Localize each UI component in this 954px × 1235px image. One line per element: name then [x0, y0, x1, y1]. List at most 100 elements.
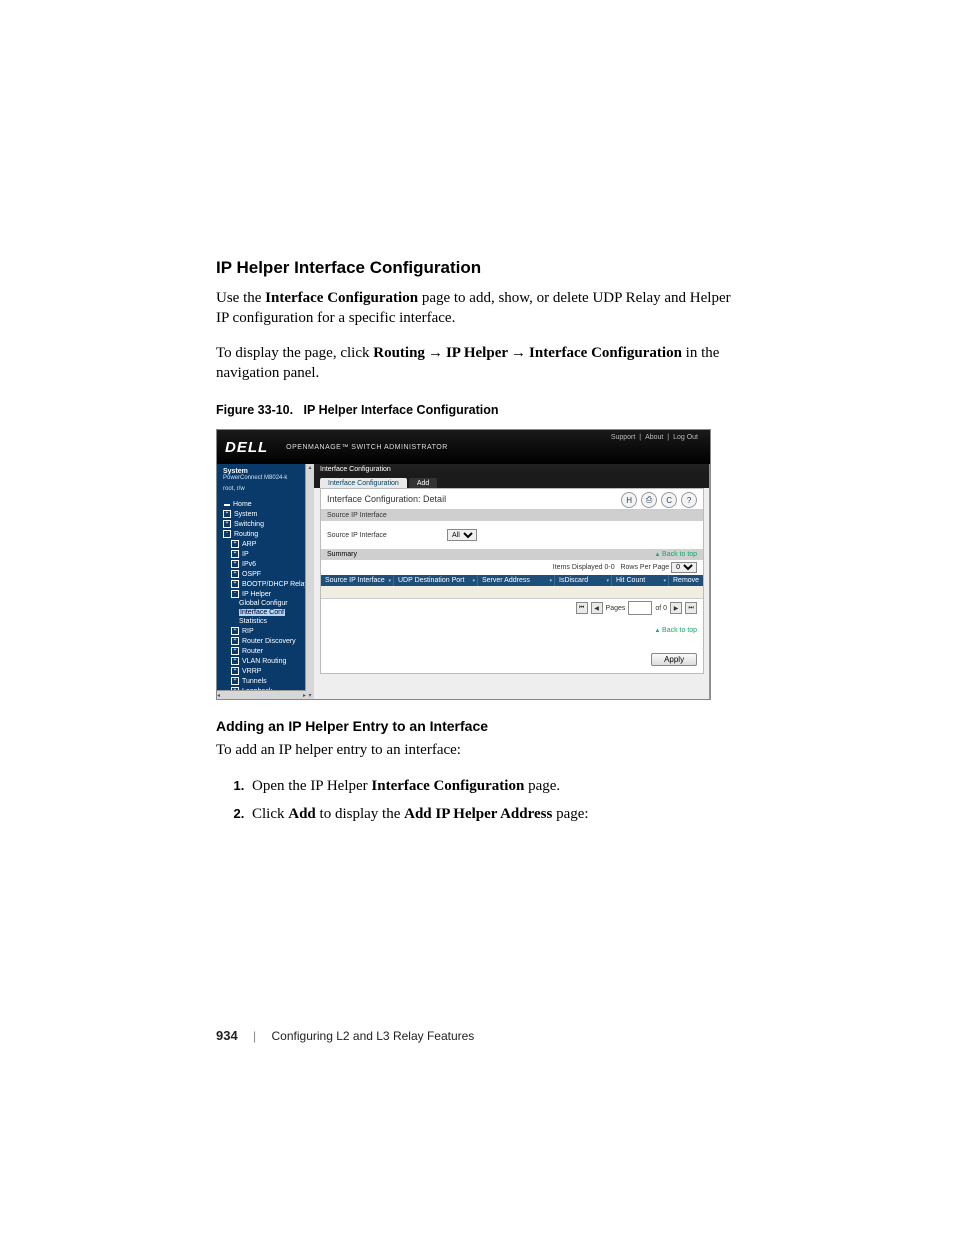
bold-term: Interface Configuration — [371, 778, 524, 794]
table-body-empty — [321, 586, 703, 599]
pager-last[interactable]: ⏭ — [685, 602, 697, 614]
nav-rip[interactable]: +RIP — [217, 626, 306, 636]
nav-routing[interactable]: -Routing — [217, 529, 306, 539]
expand-icon[interactable]: + — [231, 580, 239, 588]
app-header: DELL OPENMANAGE™ SWITCH ADMINISTRATOR Su… — [217, 430, 710, 464]
nav-iphelper[interactable]: -IP Helper — [217, 589, 306, 599]
nav-ipv6[interactable]: +IPv6 — [217, 559, 306, 569]
content-vscrollbar[interactable]: ▴ — [709, 464, 711, 699]
nav-tunnels[interactable]: +Tunnels — [217, 676, 306, 686]
about-link[interactable]: About — [643, 434, 665, 441]
help-icon[interactable]: ? — [681, 492, 697, 508]
back-to-top-link[interactable]: Back to top — [654, 551, 697, 558]
pane-header: Interface Configuration: Detail H ⎙ C ? — [321, 489, 703, 510]
refresh-icon[interactable]: C — [661, 492, 677, 508]
expand-icon[interactable]: + — [231, 570, 239, 578]
expand-icon[interactable]: + — [231, 677, 239, 685]
sort-icon: ▾ — [549, 578, 552, 584]
scroll-down-icon[interactable]: ▾ — [308, 692, 311, 699]
col-hit-count[interactable]: Hit Count▾ — [612, 575, 669, 586]
nav-arp[interactable]: +ARP — [217, 539, 306, 549]
nav-label: IP Helper — [242, 591, 271, 598]
text: To display the page, click — [216, 345, 373, 361]
sidebar-system-label: System — [217, 468, 314, 475]
nav-ifacecfg[interactable]: Interface Conf — [217, 608, 306, 617]
nav-ospf[interactable]: +OSPF — [217, 569, 306, 579]
nav-label: System — [234, 511, 257, 518]
collapse-icon[interactable]: - — [231, 590, 239, 598]
save-icon[interactable]: H — [621, 492, 637, 508]
pager-next[interactable]: ▶ — [670, 602, 682, 614]
support-link[interactable]: Support — [609, 434, 638, 441]
expand-icon[interactable]: + — [231, 560, 239, 568]
nav-label: Switching — [234, 521, 264, 528]
col-isdiscard[interactable]: IsDiscard▾ — [555, 575, 612, 586]
tab-detail[interactable]: Interface Configuration — [320, 478, 407, 488]
expand-icon[interactable]: + — [231, 550, 239, 558]
nav-tree: Home +System +Switching -Routing +ARP +I… — [217, 500, 314, 696]
expand-icon[interactable]: + — [231, 540, 239, 548]
intro-paragraph-2: To display the page, click Routing→IP He… — [216, 343, 738, 384]
nav-system[interactable]: +System — [217, 509, 306, 519]
nav-router[interactable]: +Router — [217, 646, 306, 656]
table-header: Source IP Interface▾ UDP Destination Por… — [321, 575, 703, 586]
expand-icon[interactable]: + — [231, 657, 239, 665]
expand-icon[interactable]: + — [223, 510, 231, 518]
scroll-right-icon[interactable]: ▸ — [303, 692, 306, 699]
col-label: IsDiscard — [559, 577, 588, 584]
nav-router-discovery[interactable]: +Router Discovery — [217, 636, 306, 646]
col-label: Server Address — [482, 577, 530, 584]
nav-label: BOOTP/DHCP Relay — [242, 581, 306, 588]
bold-term: Add IP Helper Address — [404, 806, 552, 822]
nav-switching[interactable]: +Switching — [217, 519, 306, 529]
col-server-address[interactable]: Server Address ▾ — [478, 575, 555, 586]
rows-per-page-select[interactable]: 0 — [671, 562, 697, 573]
sidebar-vscrollbar[interactable]: ▴▾ — [305, 464, 314, 699]
pager-prev[interactable]: ◀ — [591, 602, 603, 614]
col-udp-port[interactable]: UDP Destination Port▾ — [394, 575, 478, 586]
col-source-ip[interactable]: Source IP Interface▾ — [321, 575, 394, 586]
nav-vlan-routing[interactable]: +VLAN Routing — [217, 656, 306, 666]
col-label: Remove — [673, 577, 699, 584]
expand-icon[interactable]: + — [231, 647, 239, 655]
figure-title: IP Helper Interface Configuration — [304, 403, 499, 417]
sidebar-device: PowerConnect M8024-k — [217, 475, 314, 486]
breadcrumb-bar: Interface Configuration Interface Config… — [314, 464, 710, 488]
subheading: Adding an IP Helper Entry to an Interfac… — [216, 718, 738, 734]
content-area: Interface Configuration Interface Config… — [314, 464, 711, 699]
pager-first[interactable]: ⏮ — [576, 602, 588, 614]
pager-page-input[interactable] — [628, 601, 652, 615]
logout-link[interactable]: Log Out — [671, 434, 700, 441]
expand-icon[interactable]: + — [231, 627, 239, 635]
nav-globalcfg[interactable]: Global Configur — [217, 599, 306, 608]
nav-bootp[interactable]: +BOOTP/DHCP Relay — [217, 579, 306, 589]
chapter-title: Configuring L2 and L3 Relay Features — [272, 1029, 475, 1043]
nav-ip[interactable]: +IP — [217, 549, 306, 559]
nav-statistics[interactable]: Statistics — [217, 617, 306, 626]
tab-add[interactable]: Add — [409, 478, 437, 488]
apply-button[interactable]: Apply — [651, 653, 697, 666]
print-icon[interactable]: ⎙ — [641, 492, 657, 508]
back-to-top-link[interactable]: Back to top — [654, 627, 697, 634]
content-main: Interface Configuration Interface Config… — [314, 464, 710, 699]
back-to-top-row: Back to top — [321, 617, 703, 639]
nav-vrrp[interactable]: +VRRP — [217, 666, 306, 676]
row-source-ip: Source IP Interface All — [327, 529, 697, 541]
expand-icon[interactable]: + — [223, 520, 231, 528]
sidebar-hscrollbar[interactable]: ◂▸ — [217, 690, 306, 699]
nav-label: Router Discovery — [242, 638, 296, 645]
page: IP Helper Interface Configuration Use th… — [0, 0, 954, 1235]
collapse-icon[interactable]: - — [223, 530, 231, 538]
scroll-left-icon[interactable]: ◂ — [217, 692, 220, 699]
label-source-ip: Source IP Interface — [327, 532, 447, 539]
step-2: Click Add to display the Add IP Helper A… — [248, 802, 738, 826]
nav-home[interactable]: Home — [217, 500, 306, 509]
rows-per-page-label: Rows Per Page — [620, 564, 669, 571]
figure-caption: Figure 33-10. IP Helper Interface Config… — [216, 403, 738, 417]
expand-icon[interactable]: + — [231, 637, 239, 645]
nav-label: RIP — [242, 628, 254, 635]
expand-icon[interactable]: + — [231, 667, 239, 675]
section-title: IP Helper Interface Configuration — [216, 258, 738, 278]
scroll-up-icon[interactable]: ▴ — [308, 464, 311, 471]
select-source-ip[interactable]: All — [447, 529, 477, 541]
